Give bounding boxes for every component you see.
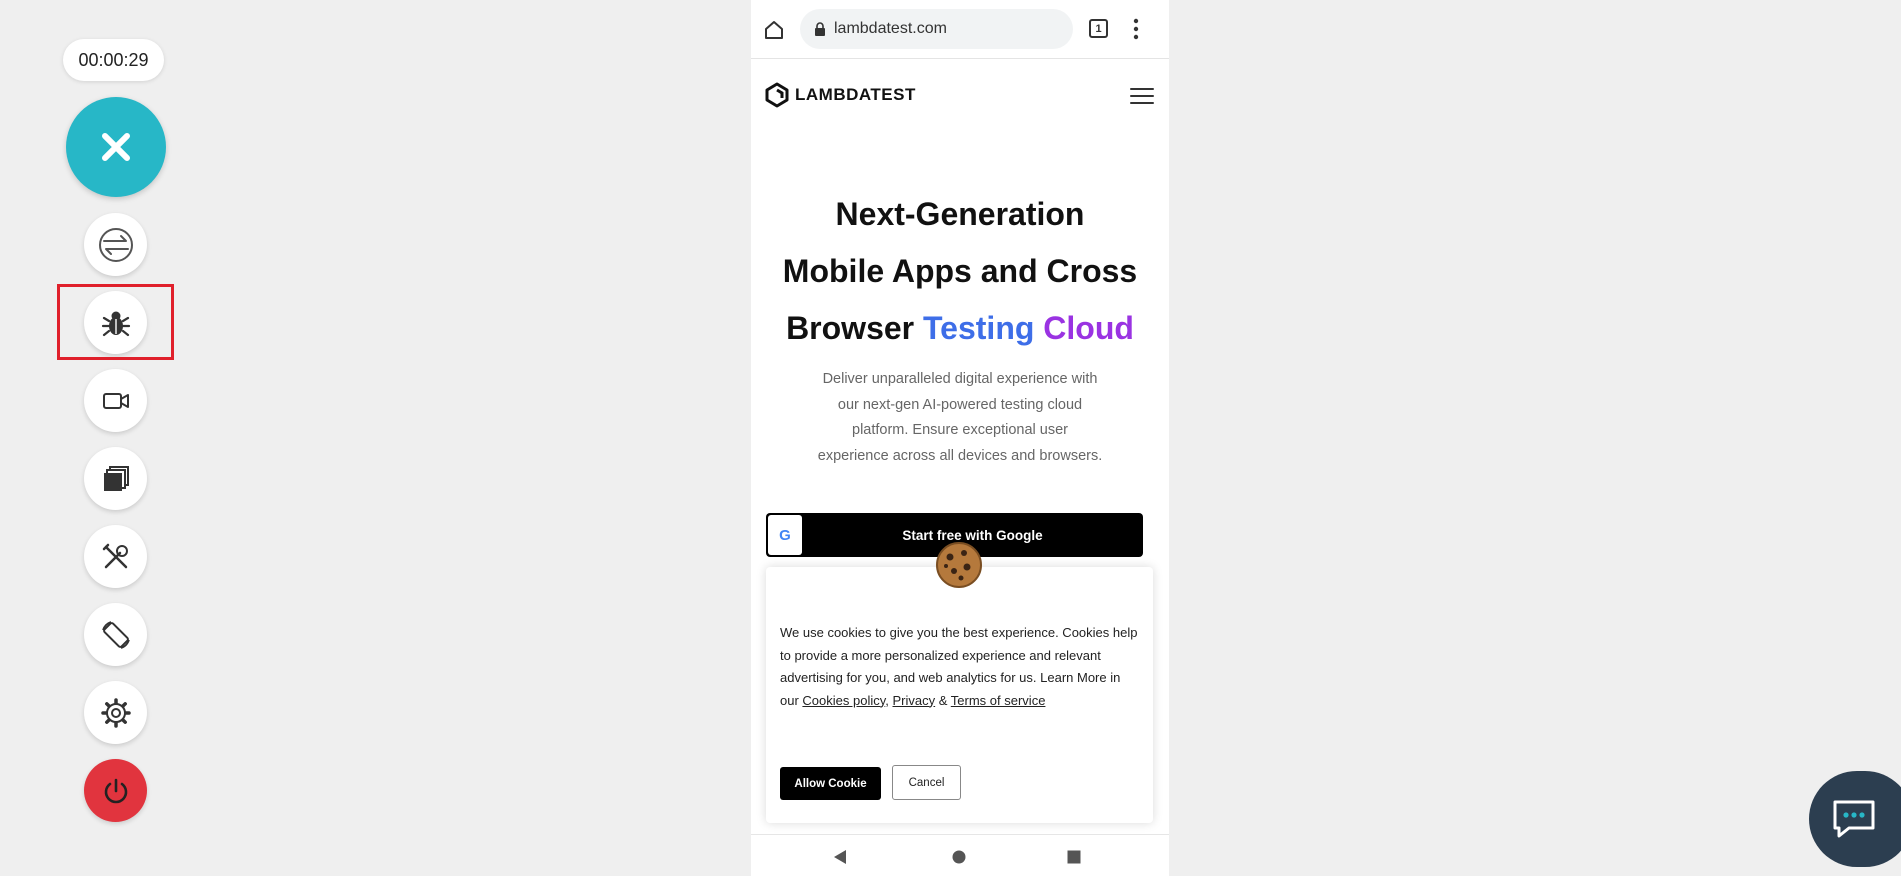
hero-subtitle: Deliver unparalleled digital experience … — [817, 371, 1103, 464]
switch-arrows-icon — [98, 227, 133, 262]
hero-word-testing: Testing — [923, 310, 1035, 346]
cancel-cookie-button[interactable]: Cancel — [892, 765, 961, 800]
recents-nav-icon[interactable] — [1067, 850, 1081, 864]
end-session-button[interactable] — [84, 759, 147, 822]
lambdatest-logo-icon — [765, 82, 789, 108]
cookie-separator-1: , — [885, 692, 893, 708]
bug-button-highlight — [57, 284, 174, 360]
site-header: LAMBDATEST — [751, 58, 1169, 136]
close-session-button[interactable] — [66, 97, 166, 197]
record-video-button[interactable] — [84, 369, 147, 432]
terms-of-service-link[interactable]: Terms of service — [951, 693, 1046, 708]
cookie-icon — [936, 542, 982, 588]
lock-icon — [815, 21, 825, 36]
back-nav-icon[interactable] — [833, 849, 847, 865]
hero-line-2: Mobile Apps and Cross — [782, 253, 1138, 289]
hero-heading: Next-Generation Mobile Apps and Cross Br… — [751, 186, 1169, 357]
hamburger-menu-icon[interactable] — [1130, 86, 1154, 106]
tab-count: 1 — [1095, 22, 1102, 35]
tab-switcher-button[interactable]: 1 — [1089, 19, 1108, 38]
tools-icon — [102, 543, 128, 568]
more-menu-icon[interactable] — [1133, 18, 1139, 40]
video-camera-icon — [102, 392, 129, 409]
allow-cookie-button[interactable]: Allow Cookie — [780, 767, 881, 800]
rotate-device-button[interactable] — [84, 603, 147, 666]
screenshots-gallery-icon — [103, 465, 129, 491]
privacy-link[interactable]: Privacy — [893, 693, 936, 708]
switch-button[interactable] — [84, 213, 147, 276]
cookie-consent-banner: We use cookies to give you the best expe… — [766, 567, 1153, 823]
power-icon — [104, 778, 127, 803]
hero-word-cloud: Cloud — [1043, 310, 1134, 346]
session-timer: 00:00:29 — [63, 39, 164, 81]
hero-line-3-prefix: Browser — [786, 310, 923, 346]
close-icon — [102, 133, 130, 161]
android-nav-bar — [751, 834, 1169, 876]
hero-line-1: Next-Generation — [835, 196, 1085, 232]
url-text: lambdatest.com — [834, 20, 947, 37]
cookie-message: We use cookies to give you the best expe… — [780, 622, 1142, 712]
logo-text: LAMBDATEST — [795, 85, 916, 104]
home-icon[interactable] — [763, 19, 785, 41]
lambdatest-logo[interactable]: LAMBDATEST — [765, 82, 916, 108]
device-screen[interactable]: lambdatest.com 1 LAMBDATEST Next-Generat… — [751, 0, 1169, 876]
gear-icon — [100, 697, 131, 728]
screenshots-button[interactable] — [84, 447, 147, 510]
cookies-policy-link[interactable]: Cookies policy — [802, 693, 885, 708]
browser-toolbar: lambdatest.com 1 — [751, 0, 1169, 59]
address-bar[interactable]: lambdatest.com — [800, 9, 1073, 49]
hero-line-3: Browser Testing Cloud — [751, 300, 1169, 357]
chat-bubble-icon — [1833, 800, 1875, 838]
rotate-device-icon — [101, 620, 130, 649]
cookie-separator-2: & — [935, 692, 951, 708]
home-nav-icon[interactable] — [952, 850, 966, 864]
google-icon: G — [768, 515, 802, 555]
chat-widget-button[interactable] — [1809, 771, 1901, 867]
settings-button[interactable] — [84, 681, 147, 744]
developer-tools-button[interactable] — [84, 525, 147, 588]
